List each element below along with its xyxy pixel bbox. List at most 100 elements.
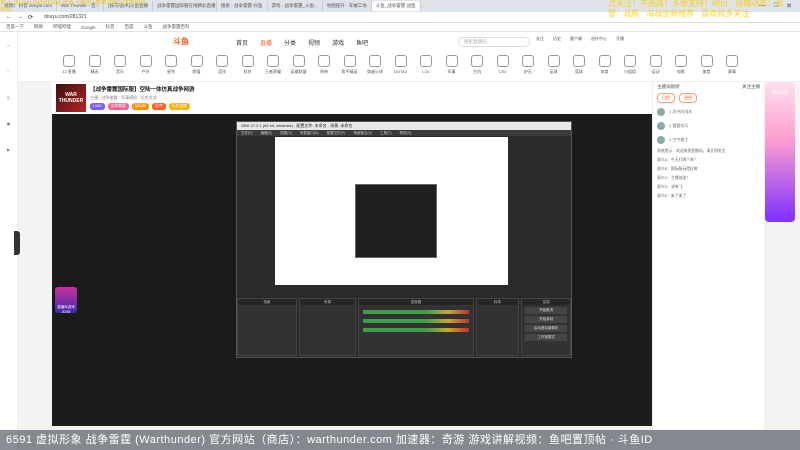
rail-game-icon[interactable]: ▣	[0, 110, 17, 136]
stream-tags: LV52 战争雷霆 国际服 坦克 历史游戏	[90, 103, 190, 110]
tab-weekly[interactable]: 周榜	[679, 93, 697, 103]
header-start-live-icon[interactable]: 开播	[616, 36, 624, 42]
category-label: 颜值	[192, 69, 201, 74]
header-creator-icon[interactable]: 创作中心	[591, 36, 607, 42]
category-item[interactable]: 炉石	[517, 55, 539, 75]
category-item[interactable]: 美食	[696, 55, 718, 75]
bookmark[interactable]: 战争雷霆百科	[163, 24, 190, 30]
category-item[interactable]: 赛事	[721, 55, 743, 75]
tag-badge[interactable]: 历史游戏	[168, 103, 190, 110]
category-item[interactable]: 足球	[543, 55, 565, 75]
rail-history-icon[interactable]: ◷	[0, 84, 17, 110]
overlay-text-top-right: 点关注！不迷路！多谢支持！明日 · 投稿动态：战雷 · 战舰 · 海战全新推荐 …	[608, 0, 784, 18]
bookmark[interactable]: 百度	[125, 24, 134, 30]
category-item[interactable]: 原神	[313, 55, 335, 75]
obs-menu-item[interactable]: 帮助(H)	[400, 130, 412, 136]
obs-menu-item[interactable]: 停靠窗口(D)	[300, 130, 319, 136]
obs-menu-item[interactable]: 工具(T)	[380, 130, 391, 136]
browser-tab-active[interactable]: 斗鱼_战争雷霆 战鱼	[371, 1, 421, 11]
obs-menu-item[interactable]: 编辑(E)	[260, 130, 272, 136]
tag-badge[interactable]: 坦克	[152, 103, 166, 110]
header-client-icon[interactable]: 客户端	[570, 36, 582, 42]
follow-anchor-button[interactable]: 关注主播	[742, 84, 760, 89]
rail-follow-icon[interactable]: ♡	[0, 58, 17, 84]
nav-item[interactable]: 视频	[308, 38, 320, 47]
site-logo[interactable]: 斗鱼	[173, 36, 189, 47]
category-item[interactable]: 穿越火线	[364, 55, 386, 75]
obs-studio-mode-button[interactable]: 工作室模式	[525, 334, 567, 341]
rail-video-icon[interactable]: ▶	[0, 136, 17, 162]
nav-item[interactable]: 游戏	[332, 38, 344, 47]
forward-icon[interactable]: →	[17, 14, 23, 20]
bookmark[interactable]: 网易	[34, 24, 43, 30]
category-label: 军事	[447, 69, 456, 74]
bookmark[interactable]: 百度一下	[6, 24, 24, 30]
streamer-avatar[interactable]: WAR THUNDER	[56, 84, 86, 112]
nav-item-active[interactable]: 直播	[260, 38, 272, 47]
category-item[interactable]: 和平精英	[339, 55, 361, 75]
nav-item[interactable]: 首页	[236, 38, 248, 47]
category-item[interactable]: 电影	[670, 55, 692, 75]
tab-daily[interactable]: 日榜	[657, 93, 675, 103]
category-item[interactable]: 星秀	[160, 55, 182, 75]
bookmark[interactable]: 斗鱼	[144, 24, 153, 30]
header-follow-icon[interactable]: 关注	[536, 36, 544, 42]
category-item[interactable]: 小姐姐	[619, 55, 641, 75]
bookmark[interactable]: 哔哩哔哩	[53, 24, 71, 30]
category-item[interactable]: CS2	[492, 55, 514, 74]
rank-row: 3 空中霸主	[653, 133, 764, 147]
category-item[interactable]: 户外	[135, 55, 157, 75]
category-item[interactable]: 运动	[645, 55, 667, 75]
obs-menu-item[interactable]: 视图(V)	[280, 130, 292, 136]
tag-badge[interactable]: 国际服	[131, 103, 150, 110]
category-item[interactable]: 体育	[594, 55, 616, 75]
browser-tab[interactable]: 游戏 · 战争雷霆_斗鱼...	[268, 1, 323, 11]
audio-meter[interactable]	[363, 328, 469, 332]
sidebar-header: 主播贡献榜 关注主播	[653, 82, 764, 91]
obs-menu-item[interactable]: 场景集合(S)	[353, 130, 372, 136]
tag-badge[interactable]: 战争雷霆	[107, 103, 129, 110]
browser-tab[interactable]: 地图提升 · 军械工坊	[323, 1, 372, 11]
category-item[interactable]: 科技	[237, 55, 259, 75]
collapse-handle[interactable]	[14, 231, 20, 255]
category-item[interactable]: DOTA2	[390, 55, 412, 74]
audio-meter[interactable]	[363, 319, 469, 323]
rail-home-icon[interactable]: ⌂	[0, 32, 17, 58]
obs-menu-item[interactable]: 文件(F)	[241, 130, 252, 136]
search-input[interactable]: 搜索直播间	[458, 37, 530, 47]
back-icon[interactable]: ←	[6, 14, 12, 20]
category-item[interactable]: 精选	[84, 55, 106, 75]
category-label: 主机	[473, 69, 481, 74]
category-item[interactable]: 音乐	[109, 55, 131, 75]
promo-card[interactable]: 鱼乐推荐	[765, 82, 795, 222]
nav-item[interactable]: 分类	[284, 38, 296, 47]
category-icon	[547, 55, 560, 67]
bottom-ticker: 6591 虚拟形象 战争雷霆 (Warthunder) 官方网站（商店）：war…	[0, 430, 800, 450]
url-field[interactable]: douyu.com/281321	[44, 14, 87, 20]
obs-menu-item[interactable]: 配置文件(P)	[327, 130, 346, 136]
nav-item[interactable]: 鱼吧	[356, 38, 368, 47]
browser-tab[interactable]: 搜索 - 战争雷霆·抖鱼	[217, 1, 268, 11]
tag-badge: LV52	[90, 103, 105, 110]
category-label: 12 直播	[62, 69, 76, 74]
bookmark[interactable]: Google	[81, 25, 96, 30]
obs-virtual-cam-button[interactable]: 启动虚拟摄像机	[525, 325, 567, 332]
browser-tab[interactable]: 战争雷霆国际服在线精彩直播	[153, 1, 218, 11]
bookmark[interactable]: 抖音	[106, 24, 115, 30]
video-player[interactable]: OBS 27.2.1 (64 bit, windows) - 配置文件: 未命名…	[52, 114, 652, 426]
obs-start-stream-button[interactable]: 开始推流	[525, 307, 567, 314]
category-item[interactable]: 篮球	[568, 55, 590, 75]
obs-start-record-button[interactable]: 开始录制	[525, 316, 567, 323]
audio-meter[interactable]	[363, 310, 469, 314]
category-item[interactable]: 主机	[466, 55, 488, 75]
category-item[interactable]: 颜值	[186, 55, 208, 75]
category-item[interactable]: 王者荣耀	[262, 55, 284, 75]
game-badge[interactable]: 直播玩游戏 20/28	[55, 287, 77, 314]
category-item[interactable]: 12 直播	[58, 55, 80, 75]
category-item[interactable]: LOL	[415, 55, 437, 74]
category-item[interactable]: 竞技	[211, 55, 233, 75]
header-history-icon[interactable]: 历史	[553, 36, 561, 42]
category-item[interactable]: 英雄联盟	[288, 55, 310, 75]
reload-icon[interactable]: ⟳	[28, 14, 33, 21]
category-item[interactable]: 军事	[441, 55, 463, 75]
